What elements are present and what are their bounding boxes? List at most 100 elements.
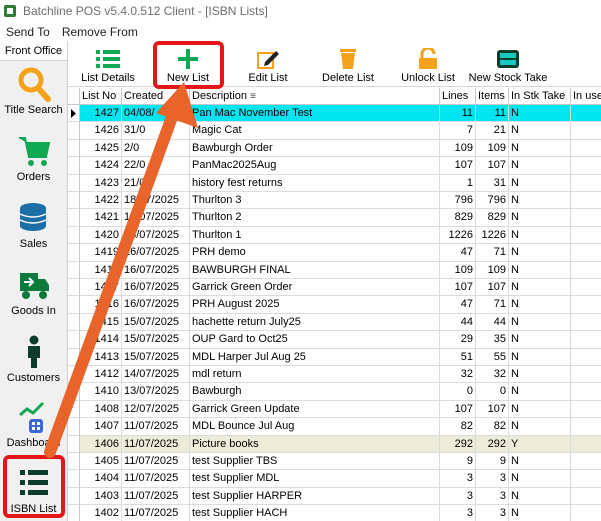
column-header-description[interactable]: Description ≡	[190, 88, 440, 105]
cell-created: 16/07/2025	[122, 279, 190, 297]
row-indicator[interactable]	[68, 226, 80, 245]
sidebar-header-front-office[interactable]: Front Office	[0, 41, 67, 61]
table-row[interactable]: 1403 11/07/2025 test Supplier HARPER 3 3 N	[68, 487, 601, 506]
table-row[interactable]: 1404 11/07/2025 test Supplier MDL 3 3 N	[68, 470, 601, 488]
filter-icon[interactable]: ≡	[250, 91, 256, 102]
cell-description: MDL Bounce Jul Aug	[190, 418, 440, 436]
table-row[interactable]: 1405 11/07/2025 test Supplier TBS 9 9 N	[68, 453, 601, 471]
table-row[interactable]: 1424 22/0 PanMac2025Aug 107 107 N	[68, 157, 601, 175]
row-indicator[interactable]	[68, 383, 80, 401]
cell-lines: 829	[440, 209, 476, 227]
cell-list-no: 1418	[80, 261, 122, 279]
table-row[interactable]: 1414 15/07/2025 OUP Gard to Oct25 29 35 N	[68, 331, 601, 349]
edit-list-button[interactable]: Edit List	[240, 41, 296, 87]
row-indicator[interactable]	[68, 105, 80, 123]
table-row[interactable]: 1418 16/07/2025 BAWBURGH FINAL 109 109 N	[68, 261, 601, 279]
column-header-label: Description	[192, 90, 248, 102]
row-indicator[interactable]	[68, 400, 80, 419]
row-indicator[interactable]	[68, 139, 80, 158]
table-row[interactable]: 1407 11/07/2025 MDL Bounce Jul Aug 82 82 N	[68, 418, 601, 436]
table-row[interactable]: 1412 14/07/2025 mdl return 32 32 N	[68, 366, 601, 384]
dashboard-chart-icon	[18, 401, 44, 433]
isbn-lists-grid[interactable]: List No Created Description ≡ Lines Item…	[68, 88, 601, 521]
cell-created: 15/07/2025	[122, 348, 190, 366]
cell-list-no: 1403	[80, 487, 122, 506]
list-details-icon	[96, 50, 120, 68]
cell-in-stk-take: N	[509, 296, 571, 314]
cell-created: 11/07/2025	[122, 453, 190, 471]
column-header-in-stk-take[interactable]: In Stk Take	[509, 88, 571, 105]
column-header-lines[interactable]: Lines	[440, 88, 476, 105]
sidebar-item-dashboard[interactable]: Dashboard	[0, 399, 67, 449]
row-indicator[interactable]	[68, 331, 80, 349]
table-row[interactable]: 1410 13/07/2025 Bawburgh 0 0 N	[68, 383, 601, 401]
trash-icon	[340, 49, 356, 69]
sidebar-item-label: Goods In	[11, 305, 56, 317]
cell-created: 31/0	[122, 122, 190, 140]
cell-items: 0	[476, 383, 509, 401]
cell-list-no: 1412	[80, 366, 122, 384]
table-row[interactable]: 1423 21/0 history fest returns 1 31 N	[68, 174, 601, 192]
row-indicator[interactable]	[68, 505, 80, 521]
table-row[interactable]: 1417 16/07/2025 Garrick Green Order 107 107 N	[68, 279, 601, 297]
sidebar-item-isbn-list[interactable]: ISBN List	[0, 465, 67, 515]
table-row[interactable]: 1415 15/07/2025 hachette return July25 44 44…	[68, 313, 601, 332]
cell-lines: 1	[440, 174, 476, 192]
cell-in-use	[571, 314, 601, 332]
menu-send-to[interactable]: Send To	[0, 25, 56, 39]
table-row[interactable]: 1419 16/07/2025 PRH demo 47 71 N	[68, 244, 601, 262]
column-header-list-no[interactable]: List No	[80, 88, 122, 105]
row-indicator[interactable]	[68, 174, 80, 192]
row-indicator[interactable]	[68, 157, 80, 175]
cell-created: 16/07/2025	[122, 261, 190, 279]
new-list-button[interactable]: New List	[160, 41, 216, 87]
sidebar-item-sales[interactable]: Sales	[0, 200, 67, 250]
row-indicator[interactable]	[68, 261, 80, 279]
sidebar-item-title-search[interactable]: Title Search	[0, 66, 67, 116]
row-indicator[interactable]	[68, 366, 80, 384]
row-indicator[interactable]	[68, 487, 80, 506]
row-indicator[interactable]	[68, 209, 80, 227]
cell-items: 71	[476, 244, 509, 262]
cell-in-stk-take: N	[509, 261, 571, 279]
table-row[interactable]: 1406 11/07/2025 Picture books 292 292 Y	[68, 435, 601, 453]
sidebar-item-orders[interactable]: Orders	[0, 133, 67, 183]
row-indicator[interactable]	[68, 244, 80, 262]
table-row[interactable]: 1421 17/07/2025 Thurlton 2 829 829 N	[68, 209, 601, 227]
menu-remove-from[interactable]: Remove From	[56, 25, 144, 39]
sidebar-item-goods-in[interactable]: Goods In	[0, 267, 67, 317]
table-row[interactable]: 1416 16/07/2025 PRH August 2025 47 71 N	[68, 296, 601, 314]
cell-in-use	[571, 401, 601, 419]
table-row[interactable]: 1413 15/07/2025 MDL Harper Jul Aug 25 51 55 N	[68, 348, 601, 366]
table-row[interactable]: 1420 16/07/2025 Thurlton 1 1226 1226 N	[68, 226, 601, 245]
list-details-button[interactable]: List Details	[80, 41, 136, 87]
row-indicator[interactable]	[68, 192, 80, 210]
cell-lines: 3	[440, 487, 476, 506]
row-indicator[interactable]	[68, 453, 80, 471]
table-row[interactable]: 1425 2/0 Bawburgh Order 109 109 N	[68, 139, 601, 158]
row-indicator[interactable]	[68, 348, 80, 366]
row-indicator[interactable]	[68, 122, 80, 140]
table-row[interactable]: 1402 11/07/2025 test Supplier HACH 3 3 N	[68, 505, 601, 521]
row-indicator[interactable]	[68, 470, 80, 488]
unlock-list-button[interactable]: Unlock List	[398, 41, 458, 87]
magnifier-icon	[18, 67, 51, 102]
table-row[interactable]: 1426 31/0 Magic Cat 7 21 N	[68, 122, 601, 140]
row-indicator[interactable]	[68, 435, 80, 453]
sidebar-item-customers[interactable]: Customers	[0, 334, 67, 384]
column-header-in-use[interactable]: In use	[571, 88, 601, 105]
column-header-items[interactable]: Items	[476, 88, 509, 105]
row-indicator[interactable]	[68, 279, 80, 297]
cell-description: Thurlton 3	[190, 192, 440, 210]
table-row[interactable]: 1422 18/07/2025 Thurlton 3 796 796 N	[68, 192, 601, 210]
table-row[interactable]: 1427 04/08/Pan Mac November Test 11 11 N	[68, 105, 601, 123]
cell-in-stk-take: N	[509, 174, 571, 192]
new-stock-take-button[interactable]: New Stock Take	[468, 41, 548, 87]
row-indicator[interactable]	[68, 418, 80, 436]
row-indicator[interactable]	[68, 313, 80, 332]
column-header-created[interactable]: Created	[122, 88, 190, 105]
delete-list-button[interactable]: Delete List	[316, 41, 380, 87]
table-row[interactable]: 1408 12/07/2025 Garrick Green Update 107 107…	[68, 400, 601, 419]
cell-lines: 107	[440, 279, 476, 297]
row-indicator[interactable]	[68, 296, 80, 314]
